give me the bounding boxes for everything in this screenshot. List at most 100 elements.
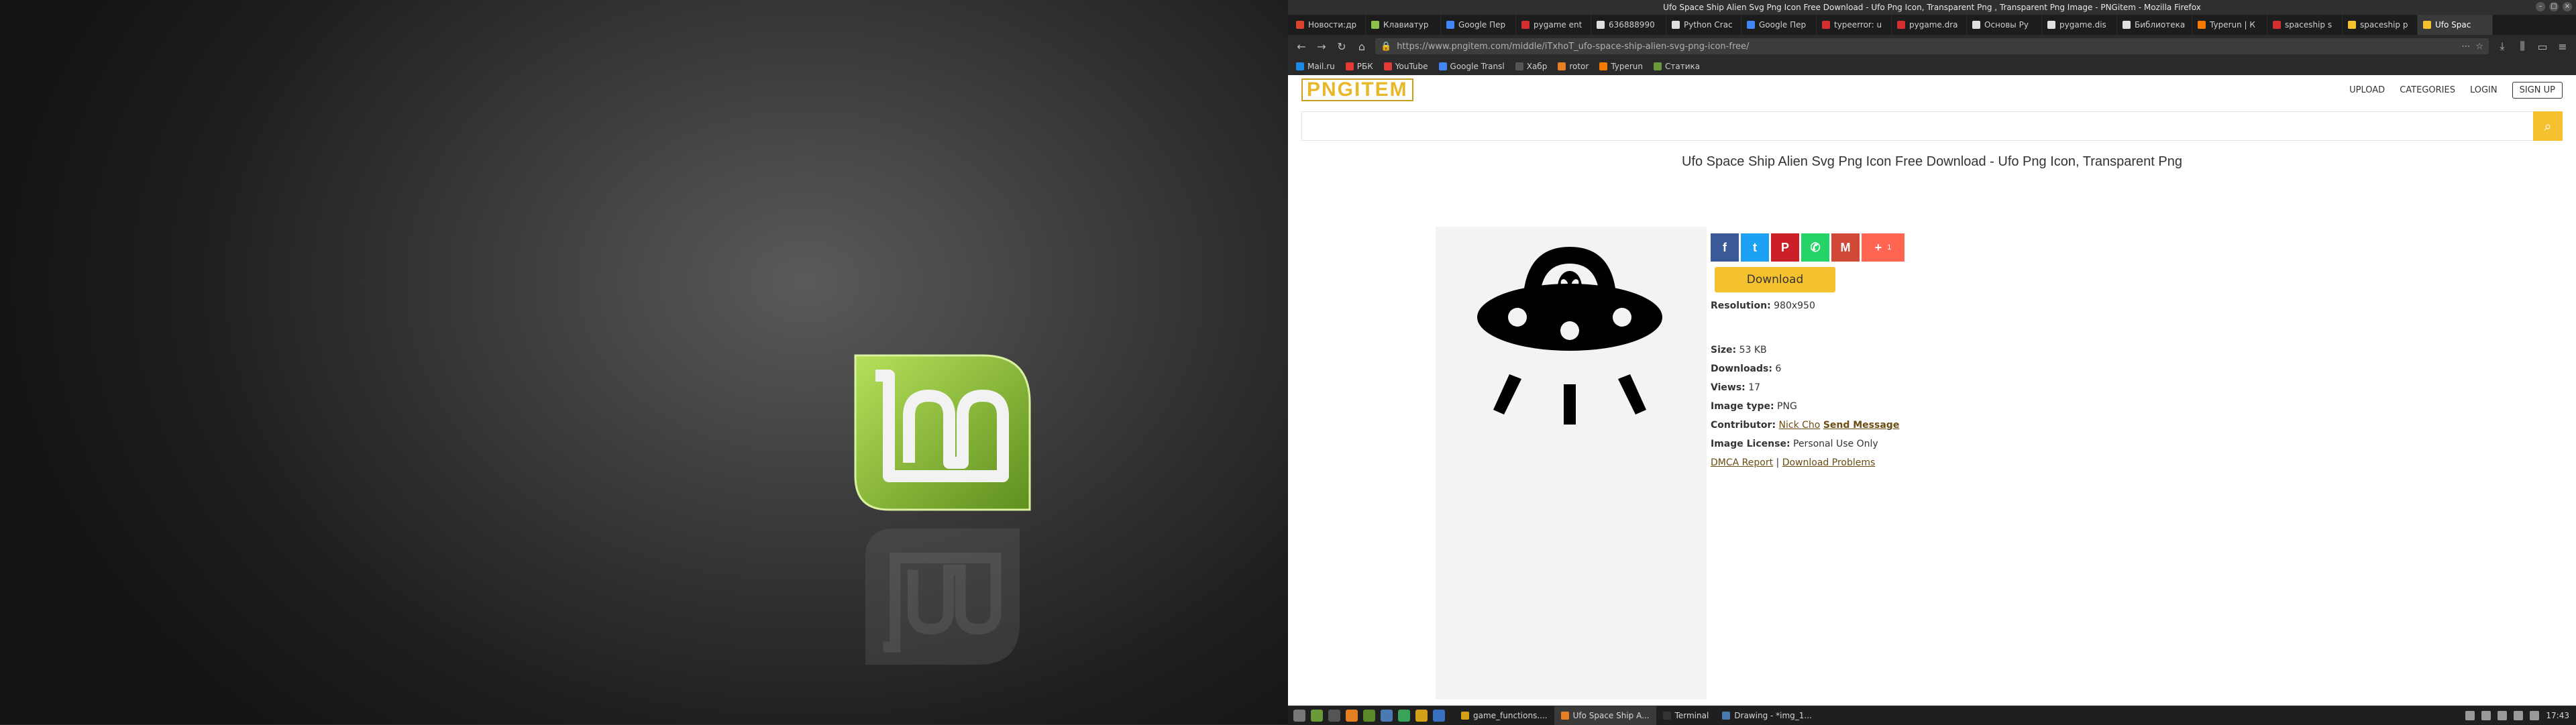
battery-icon[interactable] (2530, 711, 2540, 720)
minimize-button[interactable]: – (2536, 2, 2545, 11)
tab-favicon-icon (1371, 21, 1379, 29)
more-share-button[interactable]: +1 (1862, 233, 1904, 262)
browser-tab[interactable]: pygame.dra (1892, 15, 1967, 35)
system-tray: 17:43 (2465, 711, 2576, 720)
files-launcher-icon[interactable] (1363, 710, 1375, 722)
bookmark-item[interactable]: Mail.ru (1296, 62, 1335, 71)
app-launcher-icon[interactable] (1381, 710, 1393, 722)
send-message-link[interactable]: Send Message (1823, 420, 1900, 431)
bookmark-favicon-icon (1654, 62, 1662, 70)
firefox-launcher-icon[interactable] (1346, 710, 1358, 722)
taskbar-task-terminal[interactable]: Terminal (1656, 706, 1716, 725)
tab-label: Новости:др (1308, 20, 1357, 30)
tab-favicon-icon (1672, 21, 1680, 29)
bookmark-item[interactable]: Google Transl (1438, 62, 1505, 71)
url-text[interactable]: https://www.pngitem.com/middle/iTxhoT_uf… (1397, 42, 2456, 52)
views-value: 17 (1748, 382, 1761, 393)
menu-icon[interactable]: ≡ (2556, 40, 2569, 53)
browser-tab[interactable]: Google Пер (1441, 15, 1516, 35)
forward-icon[interactable]: → (1315, 40, 1328, 53)
tab-label: 636888990 (1609, 20, 1655, 30)
download-problems-link[interactable]: Download Problems (1782, 457, 1876, 468)
web-page: PNGITEM UPLOAD CATEGORIES LOGIN SIGN UP … (1288, 75, 2576, 706)
browser-tab[interactable]: Google Пер (1741, 15, 1817, 35)
browser-tab[interactable]: pygame ent (1516, 15, 1591, 35)
bookmark-label: Статика (1665, 62, 1701, 71)
bookmark-item[interactable]: rotor (1558, 62, 1589, 71)
browser-tab[interactable]: Ufo Spac (2418, 15, 2493, 35)
close-button[interactable]: × (2563, 2, 2572, 11)
contributor-link[interactable]: Nick Cho (1779, 420, 1821, 431)
reload-icon[interactable]: ↻ (1335, 40, 1348, 53)
bookmark-item[interactable]: YouTube (1383, 62, 1428, 71)
app-launcher-icon-3[interactable] (1415, 710, 1428, 722)
taskbar-task-drawing[interactable]: Drawing - *img_1... (1715, 706, 1819, 725)
app-launcher-icon-4[interactable] (1433, 710, 1445, 722)
twitter-icon: t (1753, 240, 1757, 254)
bluetooth-icon[interactable] (2465, 711, 2475, 720)
browser-tab[interactable]: spaceship s (2267, 15, 2343, 35)
license-label: Image License: (1711, 439, 1790, 449)
nav-login[interactable]: LOGIN (2470, 85, 2498, 95)
resolution-value: 980x950 (1774, 300, 1815, 311)
lock-icon: 🔒 (1381, 41, 1392, 52)
downloads-value: 6 (1775, 364, 1782, 374)
type-label: Image type: (1711, 401, 1774, 412)
bookmark-star-icon[interactable]: ☆ (2475, 42, 2483, 52)
separator: | (1776, 457, 1780, 468)
keyboard-layout-icon[interactable] (2498, 711, 2508, 720)
downloads-icon[interactable]: ⤓ (2496, 40, 2509, 53)
pinterest-share-button[interactable]: P (1771, 233, 1799, 262)
browser-tab[interactable]: typeerror: u (1817, 15, 1892, 35)
site-header: PNGITEM UPLOAD CATEGORIES LOGIN SIGN UP (1288, 75, 2576, 105)
taskbar-task-firefox[interactable]: Ufo Space Ship A... (1554, 706, 1656, 725)
nav-categories[interactable]: CATEGORIES (2400, 85, 2455, 95)
browser-tab[interactable]: Клавиатур (1366, 15, 1441, 35)
browser-tab[interactable]: 636888990 (1591, 15, 1666, 35)
bookmark-item[interactable]: Хабр (1515, 62, 1547, 71)
clock[interactable]: 17:43 (2546, 711, 2569, 720)
maximize-button[interactable]: □ (2549, 2, 2559, 11)
gmail-share-button[interactable]: M (1831, 233, 1860, 262)
network-icon[interactable] (2481, 711, 2491, 720)
bookmark-label: РБК (1356, 62, 1373, 71)
taskbar-task-game-functions[interactable]: game_functions.... (1454, 706, 1554, 725)
app-launcher-icon-2[interactable] (1398, 710, 1410, 722)
browser-tab[interactable]: Python Crac (1666, 15, 1741, 35)
signup-button[interactable]: SIGN UP (2512, 81, 2563, 99)
nav-upload[interactable]: UPLOAD (2349, 85, 2385, 95)
browser-tab[interactable]: spaceship p (2343, 15, 2418, 35)
image-preview[interactable] (1436, 227, 1707, 700)
back-icon[interactable]: ← (1295, 40, 1308, 53)
whatsapp-share-button[interactable]: ✆ (1801, 233, 1829, 262)
volume-icon[interactable] (2514, 711, 2524, 720)
browser-tab[interactable]: Новости:др (1291, 15, 1366, 35)
browser-tab[interactable]: Typerun | К (2192, 15, 2267, 35)
page-actions-icon[interactable]: ⋯ (2461, 42, 2470, 52)
browser-tab[interactable]: Основы Py (1967, 15, 2042, 35)
bookmark-label: YouTube (1395, 62, 1428, 71)
tab-label: Ufo Spac (2435, 20, 2471, 30)
search-input[interactable] (1301, 111, 2533, 141)
sidebar-icon[interactable]: ▭ (2536, 40, 2549, 53)
search-button[interactable]: ⌕ (2533, 111, 2563, 141)
home-icon[interactable]: ⌂ (1355, 40, 1368, 53)
bookmark-item[interactable]: РБК (1345, 62, 1373, 71)
bookmark-item[interactable]: Статика (1654, 62, 1700, 71)
tab-label: Основы Py (1984, 20, 2029, 30)
browser-tab[interactable]: Библиотека Py (2117, 15, 2192, 35)
terminal-launcher-icon[interactable] (1328, 710, 1340, 722)
facebook-share-button[interactable]: f (1711, 233, 1739, 262)
menu-launcher-icon[interactable] (1293, 710, 1305, 722)
twitter-share-button[interactable]: t (1741, 233, 1769, 262)
show-desktop-icon[interactable] (1311, 710, 1323, 722)
download-button[interactable]: Download (1715, 267, 1835, 292)
pinterest-icon: P (1780, 240, 1789, 254)
tab-favicon-icon (1446, 21, 1454, 29)
dmca-report-link[interactable]: DMCA Report (1711, 457, 1773, 468)
library-icon[interactable]: ⫼ (2516, 40, 2529, 53)
browser-tab[interactable]: pygame.dis (2042, 15, 2117, 35)
bookmark-item[interactable]: Typerun (1599, 62, 1643, 71)
site-logo[interactable]: PNGITEM (1301, 78, 1413, 101)
address-bar[interactable]: 🔒 https://www.pngitem.com/middle/iTxhoT_… (1375, 38, 2489, 54)
